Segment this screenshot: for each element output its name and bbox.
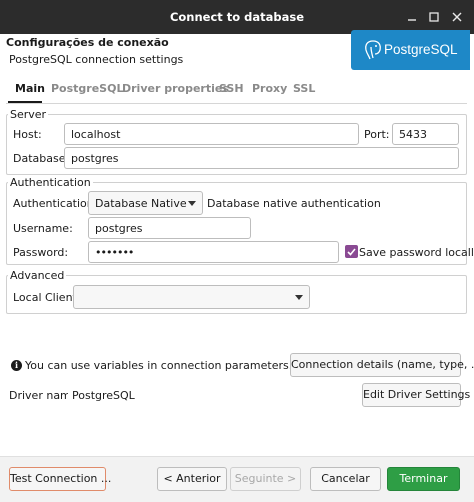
dialog-header-subtitle: PostgreSQL connection settings	[9, 53, 184, 66]
checkmark-icon	[347, 248, 356, 256]
host-input[interactable]: localhost	[64, 123, 359, 145]
tab-main[interactable]: Main	[15, 82, 45, 95]
password-label: Password:	[13, 246, 69, 259]
authentication-group-label: Authentication	[8, 176, 93, 189]
authentication-label: Authentication:	[13, 197, 98, 210]
test-connection-button[interactable]: Test Connection ...	[9, 467, 111, 491]
database-input[interactable]: postgres	[64, 147, 459, 169]
username-label: Username:	[13, 222, 73, 235]
tab-postgresql[interactable]: PostgreSQL	[51, 82, 123, 95]
chevron-down-icon	[188, 201, 196, 206]
info-icon: i	[11, 360, 22, 371]
authentication-select-value: Database Native	[95, 197, 187, 210]
authentication-select[interactable]: Database Native	[88, 191, 203, 215]
authentication-description: Database native authentication	[207, 197, 381, 210]
save-password-checkbox[interactable]	[345, 245, 358, 258]
port-input[interactable]: 5433	[392, 123, 459, 145]
variables-info-text: You can use variables in connection para…	[25, 359, 293, 372]
tab-driver-properties[interactable]: Driver properties	[122, 82, 229, 95]
elephant-icon	[365, 40, 381, 60]
chevron-down-icon	[295, 295, 303, 300]
logo-text: PostgreSQL	[384, 42, 458, 57]
window-title: Connect to database	[169, 10, 305, 24]
edit-driver-settings-button[interactable]: Edit Driver Settings	[362, 383, 470, 407]
finish-button[interactable]: Terminar	[387, 467, 460, 491]
advanced-group-label: Advanced	[8, 269, 67, 282]
next-button[interactable]: Seguinte >	[230, 467, 301, 491]
username-input[interactable]: postgres	[88, 217, 251, 239]
postgresql-logo: PostgreSQL	[351, 30, 470, 70]
server-group-label: Server	[8, 108, 49, 121]
cancel-button[interactable]: Cancelar	[310, 467, 381, 491]
dialog-header-title: Configurações de conexão	[6, 36, 169, 49]
tab-divider	[6, 103, 467, 104]
port-label: Port:	[364, 128, 390, 141]
password-input[interactable]: •••••••	[88, 241, 339, 263]
maximize-icon[interactable]	[427, 10, 441, 24]
back-button[interactable]: < Anterior	[157, 467, 227, 491]
close-icon[interactable]	[450, 10, 464, 24]
minimize-icon[interactable]	[405, 10, 419, 24]
tab-proxy[interactable]: Proxy	[252, 82, 287, 95]
window-titlebar: Connect to database	[0, 0, 474, 34]
local-client-select[interactable]	[73, 285, 310, 309]
local-client-label: Local Client:	[13, 291, 81, 304]
database-label: Database:	[13, 152, 70, 165]
connection-details-button[interactable]: Connection details (name, type, ... )	[290, 353, 474, 377]
driver-name-field: PostgreSQL	[68, 384, 286, 406]
tab-ssh[interactable]: SSH	[219, 82, 244, 95]
tab-ssl[interactable]: SSL	[293, 82, 315, 95]
host-label: Host:	[13, 128, 42, 141]
save-password-label[interactable]: Save password locally	[359, 246, 474, 259]
